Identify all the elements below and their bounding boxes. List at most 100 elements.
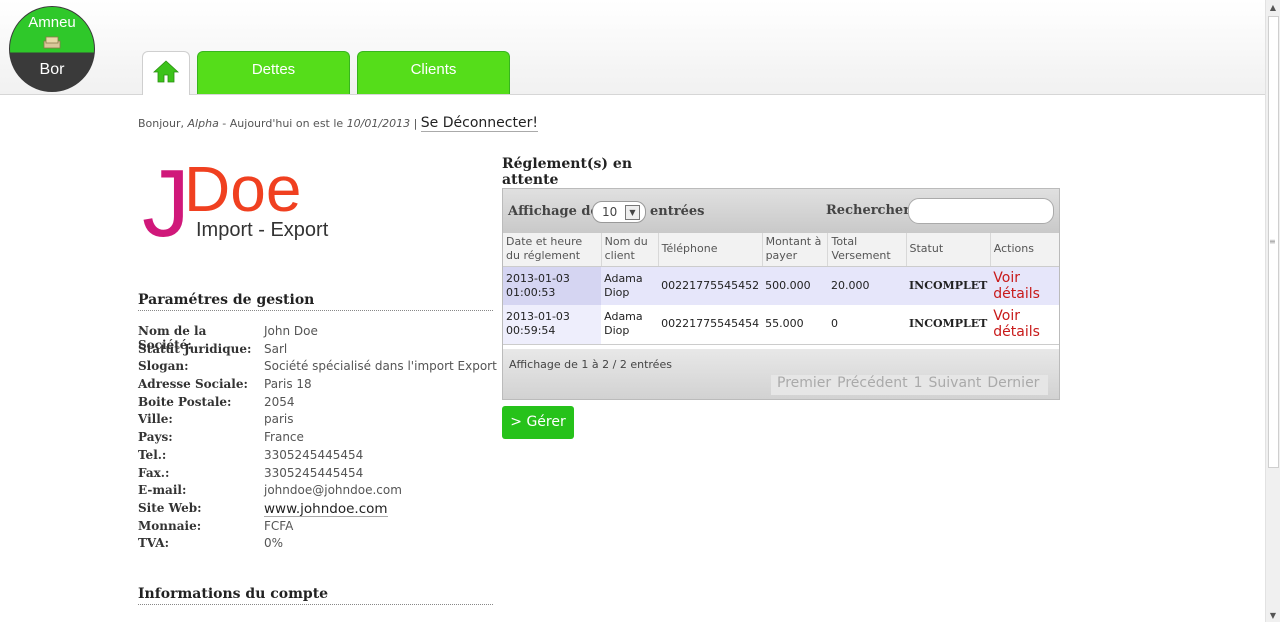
pager-first[interactable]: Premier xyxy=(777,375,831,395)
grip-icon: ≡ xyxy=(1269,237,1276,246)
param-row: Pays: France xyxy=(138,430,497,448)
logo-bottom-text: Bor xyxy=(39,61,65,78)
param-label: Site Web: xyxy=(138,500,202,515)
greeting-user: Alpha xyxy=(187,117,219,130)
param-value: 3305245445454 xyxy=(264,447,364,462)
status-badge: INCOMPLET xyxy=(906,266,991,305)
param-row: Adresse Sociale: Paris 18 xyxy=(138,377,497,395)
column-header[interactable]: Total Versement xyxy=(827,233,907,267)
cell-client: Adama Diop xyxy=(601,305,659,345)
table-row: 2013-01-03 00:59:54 Adama Diop 002217755… xyxy=(503,305,1059,345)
reglements-table: Date et heure du réglement Nom du client… xyxy=(503,233,1059,345)
params-list: Nom de la Société: John Doe Statut Juridi… xyxy=(138,324,497,554)
table-footer: Affichage de 1 à 2 / 2 entrées Premier P… xyxy=(503,349,1059,399)
param-label: Slogan: xyxy=(138,359,189,374)
param-label: TVA: xyxy=(138,536,170,551)
greeting-middle: - Aujourd'hui on est le xyxy=(218,117,347,130)
greeting-separator: | xyxy=(410,117,421,130)
website-link[interactable]: www.johndoe.com xyxy=(264,501,388,517)
scrollbar[interactable]: ▲ ≡ ▼ xyxy=(1265,0,1280,622)
details-link[interactable]: Voir détails xyxy=(993,308,1040,340)
param-label: Statut Juridique: xyxy=(138,341,252,356)
pager-page[interactable]: 1 xyxy=(914,375,923,395)
logo-top-text: Amneu xyxy=(28,14,76,31)
cell-tel: 00221775545452 xyxy=(658,266,763,305)
pager-last[interactable]: Dernier xyxy=(987,375,1039,395)
param-label: Pays: xyxy=(138,430,173,445)
home-icon xyxy=(152,60,180,83)
entries-label: entrées xyxy=(650,204,705,219)
greeting-bar: Bonjour, Alpha - Aujourd'hui on est le 1… xyxy=(138,115,538,132)
param-row: Statut Juridique: Sarl xyxy=(138,342,497,360)
column-header[interactable]: Nom du client xyxy=(601,233,659,267)
param-row: E-mail: johndoe@johndoe.com xyxy=(138,483,497,501)
app-logo[interactable]: Amneu Bor xyxy=(9,6,95,92)
param-value: 0% xyxy=(264,536,284,551)
param-row: Boite Postale: 2054 xyxy=(138,395,497,413)
cell-date: 2013-01-03 00:59:54 xyxy=(503,305,602,345)
column-header[interactable]: Montant à payer xyxy=(762,233,829,267)
param-label: Tel.: xyxy=(138,447,167,462)
param-value: Sarl xyxy=(264,341,288,356)
greeting-prefix: Bonjour, xyxy=(138,117,188,130)
column-header[interactable]: Téléphone xyxy=(658,233,763,267)
param-row: Slogan: Société spécialisé dans l'import … xyxy=(138,359,497,377)
logo-letter: J xyxy=(142,150,190,248)
table-row: 2013-01-03 01:00:53 Adama Diop 002217755… xyxy=(503,266,1059,305)
manage-button[interactable]: > Gérer xyxy=(502,406,574,439)
param-label: Nom de la Société: xyxy=(138,324,207,352)
cell-versement: 20.000 xyxy=(827,266,906,305)
scroll-up-icon[interactable]: ▲ xyxy=(1266,3,1280,12)
param-value: France xyxy=(264,430,304,445)
logout-link[interactable]: Se Déconnecter! xyxy=(420,115,538,132)
tab-home[interactable] xyxy=(142,51,190,95)
param-value: 2054 xyxy=(264,394,295,409)
param-row: Nom de la Société: John Doe xyxy=(138,324,497,352)
length-value: 10 xyxy=(602,205,618,219)
param-label: Boite Postale: xyxy=(138,394,232,409)
param-label: E-mail: xyxy=(138,483,187,498)
param-row: Fax.: 3305245445454 xyxy=(138,466,497,484)
cell-date: 2013-01-03 01:00:53 xyxy=(503,266,602,305)
param-row: TVA: 0% xyxy=(138,536,497,554)
search-label: Rechercher: xyxy=(826,203,915,218)
param-value: Paris 18 xyxy=(264,377,312,392)
cell-montant: 55.000 xyxy=(762,305,828,345)
param-label: Ville: xyxy=(138,412,173,427)
scroll-down-icon[interactable]: ▼ xyxy=(1266,611,1280,620)
search-input[interactable] xyxy=(908,198,1054,224)
account-title: Informations du compte xyxy=(138,586,493,605)
table-info: Affichage de 1 à 2 / 2 entrées xyxy=(509,358,672,371)
tab-clients[interactable]: Clients xyxy=(357,51,510,94)
details-link[interactable]: Voir détails xyxy=(993,270,1040,302)
pager-next[interactable]: Suivant xyxy=(929,375,982,395)
tab-dettes[interactable]: Dettes xyxy=(197,51,350,94)
cell-client: Adama Diop xyxy=(601,266,659,305)
param-row: Tel.: 3305245445454 xyxy=(138,448,497,466)
param-value: 3305245445454 xyxy=(264,465,364,480)
table-header: Date et heure du réglement Nom du client… xyxy=(503,233,1059,267)
column-header[interactable]: Actions xyxy=(990,233,1059,267)
length-label: Affichage de xyxy=(508,204,599,219)
column-header[interactable]: Statut xyxy=(906,233,991,267)
params-title: Paramétres de gestion xyxy=(138,292,493,311)
money-icon xyxy=(43,36,61,49)
cell-tel: 00221775545454 xyxy=(658,305,763,345)
reglements-title: Réglement(s) en attente xyxy=(502,156,693,191)
pagination: Premier Précédent 1 Suivant Dernier xyxy=(771,375,1048,395)
param-label: Monnaie: xyxy=(138,518,202,533)
length-select[interactable]: 10 ▼ xyxy=(592,201,646,223)
column-header[interactable]: Date et heure du réglement xyxy=(503,233,602,267)
greeting-date: 10/01/2013 xyxy=(346,117,411,130)
param-value: FCFA xyxy=(264,518,294,533)
cell-versement: 0 xyxy=(827,305,906,345)
company-logo: J Doe Import - Export xyxy=(142,150,329,248)
status-badge: INCOMPLET xyxy=(906,305,991,345)
chevron-down-icon[interactable]: ▼ xyxy=(625,205,640,220)
logo-tagline: Import - Export xyxy=(196,219,329,241)
table-toolbar: Affichage de 10 ▼ entrées Rechercher: xyxy=(503,189,1059,233)
pager-prev[interactable]: Précédent xyxy=(837,375,907,395)
param-label: Fax.: xyxy=(138,465,170,480)
param-value: johndoe@johndoe.com xyxy=(264,483,402,498)
param-value: paris xyxy=(264,412,294,427)
